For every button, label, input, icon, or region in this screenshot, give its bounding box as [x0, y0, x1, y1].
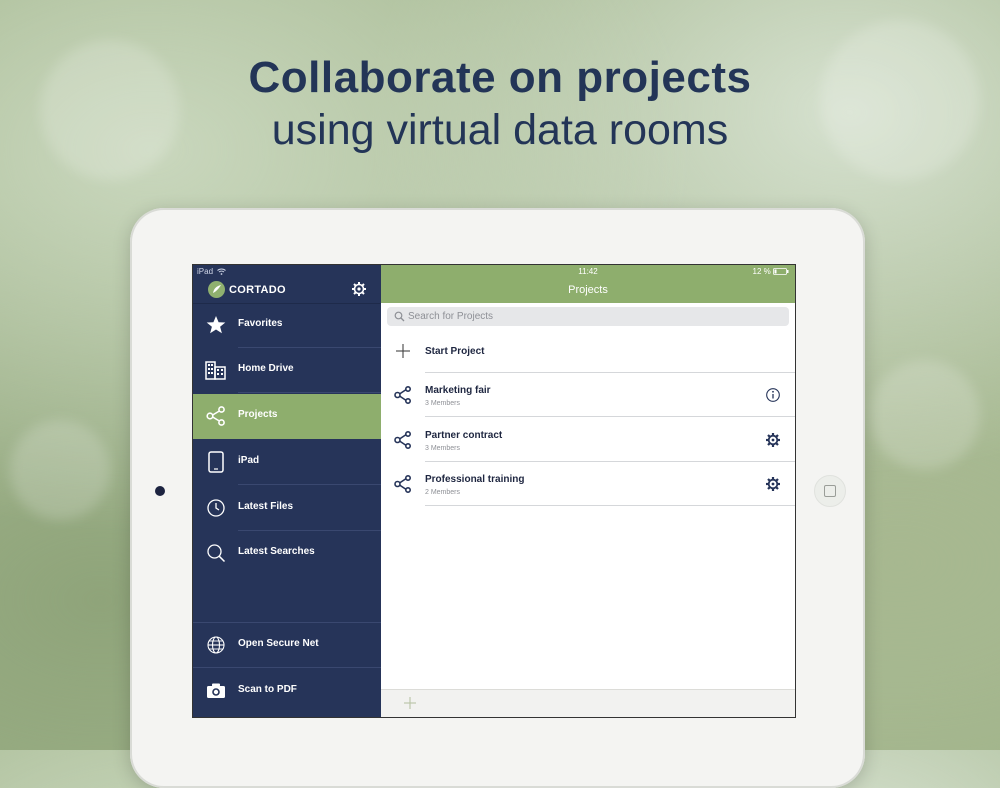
home-button[interactable]	[814, 475, 846, 507]
sidebar-item-label: Latest Files	[238, 501, 294, 512]
bottom-toolbar	[381, 689, 795, 717]
projects-panel: 11:42 12 % Projects Search for Projects	[381, 265, 795, 717]
sidebar-item-label: Scan to PDF	[238, 684, 297, 695]
project-name: Marketing fair	[425, 385, 491, 396]
sidebar-item-label: Latest Searches	[238, 546, 315, 557]
share-icon	[206, 406, 225, 426]
share-icon	[394, 474, 412, 494]
sidebar-item-open-secure-net[interactable]: Open Secure Net	[193, 623, 381, 668]
sidebar-header: CORTADO	[193, 277, 381, 303]
page-title: Projects	[568, 284, 608, 296]
sidebar: iPad CORTADO Favorites Home Drive Projec…	[193, 265, 381, 717]
tablet-icon	[208, 451, 224, 473]
gear-icon[interactable]	[765, 476, 781, 492]
project-members: 2 Members	[425, 489, 461, 496]
clock-icon	[207, 499, 225, 517]
start-project-row[interactable]: Start Project	[381, 329, 795, 373]
globe-icon	[207, 636, 225, 654]
search-placeholder: Search for Projects	[408, 311, 494, 322]
project-members: 3 Members	[425, 445, 461, 452]
bokeh-light	[10, 420, 110, 520]
sidebar-item-projects[interactable]: Projects	[193, 394, 381, 439]
project-members: 3 Members	[425, 400, 461, 407]
gear-icon[interactable]	[765, 432, 781, 448]
bokeh-light	[870, 360, 980, 470]
sidebar-item-ipad[interactable]: iPad	[193, 440, 381, 485]
sidebar-item-favorites[interactable]: Favorites	[193, 303, 381, 348]
headline-title: Collaborate on projects	[248, 53, 752, 102]
buildings-icon	[205, 361, 226, 380]
sidebar-item-home-drive[interactable]: Home Drive	[193, 348, 381, 393]
camera-icon	[207, 683, 225, 698]
plus-icon	[396, 344, 410, 358]
status-device-label: iPad	[197, 267, 227, 276]
share-icon	[394, 385, 412, 405]
sidebar-item-latest-files[interactable]: Latest Files	[193, 486, 381, 531]
sidebar-item-scan-to-pdf[interactable]: Scan to PDF	[193, 669, 381, 714]
add-icon[interactable]	[403, 696, 417, 710]
app-screen: iPad CORTADO Favorites Home Drive Projec…	[192, 264, 796, 718]
battery-icon	[773, 268, 789, 275]
share-icon	[394, 430, 412, 450]
star-icon	[206, 316, 226, 334]
sidebar-item-label: Projects	[238, 409, 278, 420]
status-battery: 12 %	[753, 267, 789, 276]
sidebar-item-label: Home Drive	[238, 363, 294, 374]
magnifier-icon	[207, 544, 226, 563]
search-icon	[394, 311, 405, 322]
cortado-logo-icon	[208, 281, 225, 298]
project-name: Professional training	[425, 474, 525, 485]
navigation-bar: 11:42 12 % Projects	[381, 265, 795, 303]
front-camera	[155, 486, 165, 496]
project-row-professional-training[interactable]: Professional training 2 Members	[381, 462, 795, 506]
sidebar-item-latest-searches[interactable]: Latest Searches	[193, 531, 381, 576]
wifi-icon	[217, 268, 227, 275]
info-icon[interactable]	[765, 387, 781, 403]
project-row-partner-contract[interactable]: Partner contract 3 Members	[381, 418, 795, 462]
project-row-marketing-fair[interactable]: Marketing fair 3 Members	[381, 373, 795, 417]
sidebar-item-label: Favorites	[238, 318, 283, 329]
app-name: CORTADO	[229, 284, 286, 296]
sidebar-item-label: Open Secure Net	[238, 638, 319, 649]
search-input[interactable]: Search for Projects	[387, 307, 789, 326]
sidebar-item-label: iPad	[238, 455, 260, 466]
status-time: 11:42	[578, 267, 598, 276]
settings-gear-icon[interactable]	[351, 281, 367, 297]
start-project-label: Start Project	[425, 346, 485, 357]
project-name: Partner contract	[425, 430, 503, 441]
marketing-headline: Collaborate on projects using virtual da…	[0, 52, 1000, 156]
headline-subtitle: using virtual data rooms	[271, 106, 729, 154]
